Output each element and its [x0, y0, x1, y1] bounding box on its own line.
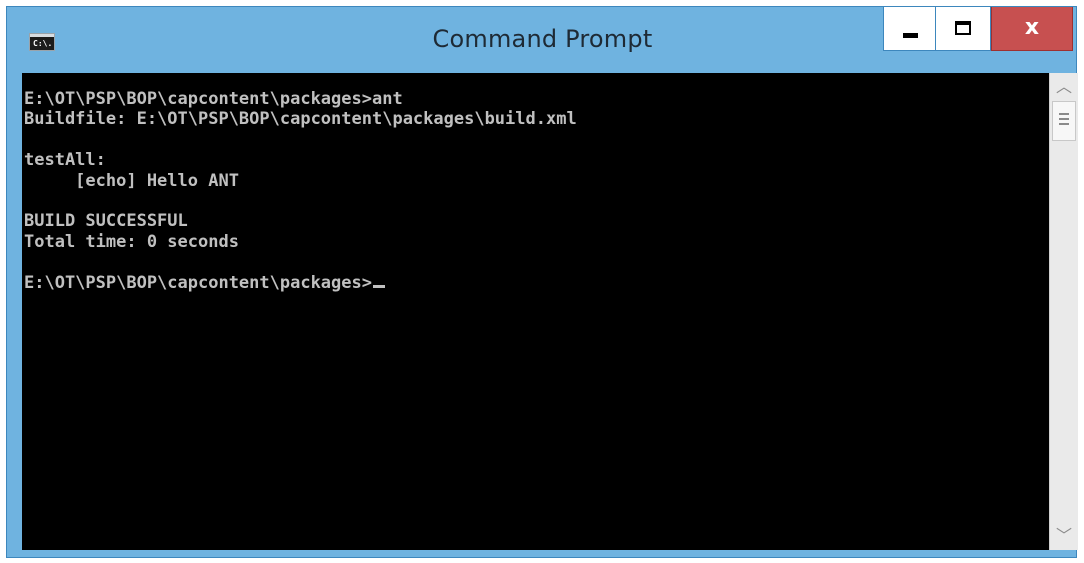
command-prompt-window: C:\. Command Prompt x E:\OT\PSP\BOP\capc… [6, 6, 1078, 558]
minimize-icon [903, 33, 918, 38]
console-line: Total time: 0 seconds [24, 231, 239, 252]
vertical-scrollbar[interactable]: ︿ ﹀ [1049, 73, 1078, 550]
console-output[interactable]: E:\OT\PSP\BOP\capcontent\packages>ant Bu… [22, 73, 1049, 550]
chevron-down-icon: ﹀ [1055, 526, 1072, 545]
console-line: E:\OT\PSP\BOP\capcontent\packages> [24, 272, 372, 293]
title-bar[interactable]: C:\. Command Prompt x [7, 7, 1076, 73]
scroll-down-button[interactable]: ﹀ [1050, 522, 1078, 550]
close-icon: x [1024, 15, 1040, 40]
console-line: BUILD SUCCESSFUL [24, 211, 188, 232]
scroll-up-button[interactable]: ︿ [1050, 73, 1078, 101]
close-button[interactable]: x [991, 7, 1073, 51]
maximize-icon [955, 21, 971, 35]
grip-icon [1059, 113, 1069, 125]
console-line: Buildfile: E:\OT\PSP\BOP\capcontent\pack… [24, 109, 577, 130]
console-text: E:\OT\PSP\BOP\capcontent\packages>ant Bu… [24, 89, 577, 293]
minimize-button[interactable] [883, 7, 936, 51]
chevron-up-icon: ︿ [1055, 77, 1072, 96]
maximize-button[interactable] [936, 7, 991, 51]
scroll-thumb[interactable] [1052, 101, 1076, 141]
console-prompt-line[interactable]: E:\OT\PSP\BOP\capcontent\packages> [24, 273, 385, 293]
console-line: testAll: [24, 150, 106, 171]
console-line: E:\OT\PSP\BOP\capcontent\packages>ant [24, 89, 403, 109]
text-cursor [373, 284, 385, 288]
console-line: [echo] Hello ANT [24, 170, 239, 191]
